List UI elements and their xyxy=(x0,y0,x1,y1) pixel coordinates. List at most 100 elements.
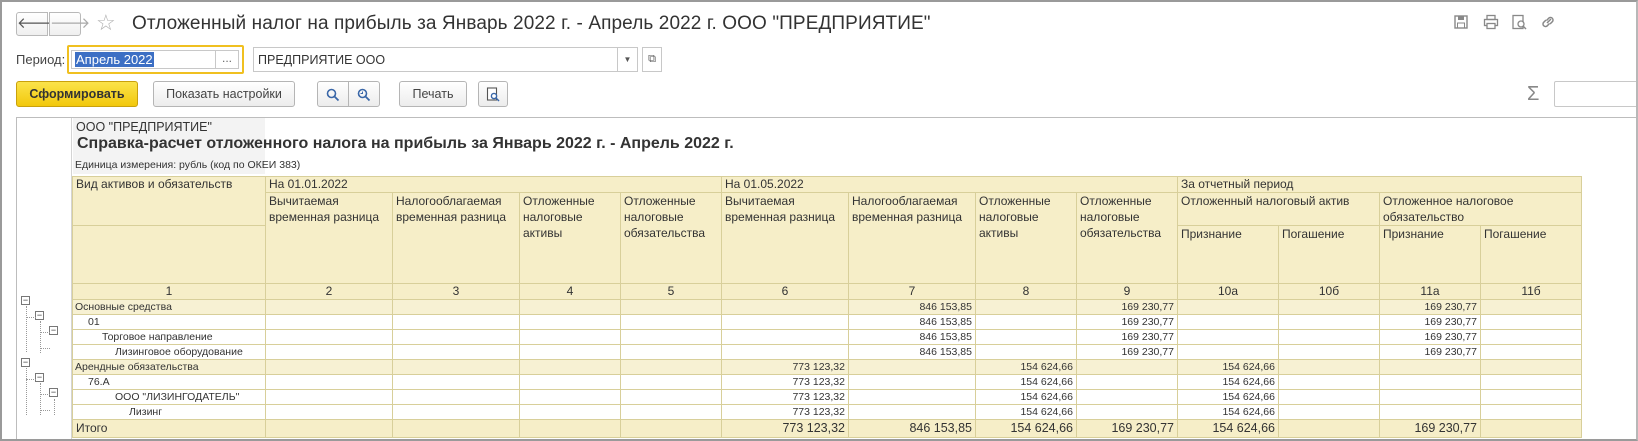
report-sheet[interactable]: ООО "ПРЕДПРИЯТИЕ" Справка-расчет отложен… xyxy=(16,117,1636,439)
cell-c8 xyxy=(975,344,1077,360)
cell-c7 xyxy=(848,389,976,405)
print-button[interactable]: Печать xyxy=(399,81,467,107)
forward-button[interactable]: 🡒 xyxy=(49,12,90,36)
period-value: Апрель 2022 xyxy=(75,52,154,67)
cell-empty xyxy=(1278,404,1380,420)
cell-c10a xyxy=(1177,329,1279,345)
cell-empty xyxy=(519,329,621,345)
cell-c9 xyxy=(1076,359,1178,375)
table-row[interactable]: Лизинг 773 123,32 154 624,66 154 624,66 xyxy=(72,404,1582,420)
arrow-right-icon: 🡒 xyxy=(50,15,91,32)
cell-c9: 169 230,77 xyxy=(1076,329,1178,345)
table-row[interactable]: 76.А 773 123,32 154 624,66 154 624,66 xyxy=(72,374,1582,390)
link-icon[interactable] xyxy=(1538,14,1558,34)
find-button[interactable] xyxy=(317,81,349,107)
table-row[interactable]: Арендные обязательства 773 123,32 154 624,… xyxy=(72,359,1582,375)
find-next-button[interactable] xyxy=(348,81,380,107)
tree-line xyxy=(40,332,50,334)
header-deductible-end: Вычитаемая временная разница xyxy=(721,192,849,284)
report-unit: Единица измерения: рубль (код по ОКЕИ 38… xyxy=(75,159,301,171)
table-row[interactable]: 01 846 153,85 169 230,77 169 230,77 xyxy=(72,314,1582,330)
header-for-period: За отчетный период xyxy=(1177,176,1582,193)
column-number: 11а xyxy=(1379,283,1481,300)
cell-empty xyxy=(1278,329,1380,345)
column-number: 6 xyxy=(721,283,849,300)
column-number: 2 xyxy=(265,283,393,300)
cell-empty xyxy=(519,314,621,330)
column-number: 9 xyxy=(1076,283,1178,300)
cell-c6 xyxy=(721,344,849,360)
cell-empty xyxy=(392,314,520,330)
tree-line xyxy=(40,321,41,353)
table-row[interactable]: Лизинговое оборудование 846 153,85 169 230… xyxy=(72,344,1582,360)
tree-line xyxy=(40,383,41,415)
table-row[interactable]: ООО "ЛИЗИНГОДАТЕЛЬ" 773 123,32 154 624,66 1… xyxy=(72,389,1582,405)
cell-empty xyxy=(1278,344,1380,360)
cell-empty xyxy=(392,404,520,420)
cell-c6: 773 123,32 xyxy=(721,404,849,420)
cell-empty xyxy=(265,374,393,390)
cell-empty xyxy=(392,359,520,375)
tree-line xyxy=(26,379,36,380)
organization-dropdown-button[interactable]: ▼ xyxy=(618,47,638,72)
header-on-start: На 01.01.2022 xyxy=(265,176,722,193)
header-kind: Вид активов и обязательств xyxy=(72,176,266,226)
cell-c11a xyxy=(1379,374,1481,390)
row-name: ООО "ЛИЗИНГОДАТЕЛЬ" xyxy=(72,389,266,405)
total-dtl-end: 169 230,77 xyxy=(1076,419,1178,438)
cell-empty xyxy=(1278,314,1380,330)
total-row: Итого 773 123,32 846 153,85 154 624,66 1… xyxy=(72,419,1582,438)
table-row[interactable]: Торговое направление 846 153,85 169 230,77… xyxy=(72,329,1582,345)
row-name: 76.А xyxy=(72,374,266,390)
tree-line xyxy=(40,347,50,349)
preview-button[interactable] xyxy=(478,81,508,107)
cell-empty xyxy=(1480,344,1582,360)
collapse-group-icon[interactable]: − xyxy=(21,357,30,367)
cell-empty xyxy=(620,404,722,420)
collapse-group-icon[interactable]: − xyxy=(49,326,58,336)
cell-c8: 154 624,66 xyxy=(975,374,1077,390)
collapse-group-icon[interactable]: − xyxy=(35,311,44,321)
table-row[interactable]: Основные средства 846 153,85 169 230,77 169… xyxy=(72,299,1582,315)
cell-c11a xyxy=(1379,389,1481,405)
cell-empty xyxy=(265,359,393,375)
period-input[interactable]: Апрель 2022 xyxy=(71,50,216,69)
total-deductible-end: 773 123,32 xyxy=(721,419,849,438)
tree-line xyxy=(40,394,50,396)
save-icon[interactable] xyxy=(1451,14,1471,34)
cell-empty xyxy=(392,389,520,405)
organization-open-button[interactable]: ⧉ xyxy=(642,47,662,72)
column-number: 10б xyxy=(1278,283,1380,300)
cell-empty xyxy=(1278,299,1380,315)
favorite-star-icon[interactable]: ☆ xyxy=(96,11,116,35)
row-name: Лизинговое оборудование xyxy=(72,344,266,360)
generate-button[interactable]: Сформировать xyxy=(16,81,138,107)
cell-empty xyxy=(1278,359,1380,375)
collapse-group-icon[interactable]: − xyxy=(21,296,30,305)
header-kind-spacer xyxy=(72,225,266,284)
period-label: Период: xyxy=(16,52,66,67)
period-field[interactable]: Апрель 2022 ... xyxy=(67,45,244,74)
collapse-group-icon[interactable]: − xyxy=(35,373,44,382)
open-form-icon: ⧉ xyxy=(648,53,656,65)
cell-c6: 773 123,32 xyxy=(721,359,849,375)
column-number: 8 xyxy=(975,283,1077,300)
column-numbers-row: 1 2 3 4 5 6 7 8 9 10а 10б 11а 11б xyxy=(72,283,1582,300)
column-number: 4 xyxy=(519,283,621,300)
cell-empty xyxy=(1480,389,1582,405)
cell-empty xyxy=(620,389,722,405)
period-select-button[interactable]: ... xyxy=(215,50,239,69)
collapse-group-icon[interactable]: − xyxy=(49,388,58,398)
cell-empty xyxy=(265,344,393,360)
print-icon[interactable] xyxy=(1481,14,1501,34)
show-settings-button[interactable]: Показать настройки xyxy=(153,81,295,107)
back-button[interactable]: 🡐 xyxy=(16,12,57,36)
cell-c7: 846 153,85 xyxy=(848,329,976,345)
report-table: Вид активов и обязательств На 01.01.2022… xyxy=(72,176,1582,438)
report-window: 🡐 🡒 ☆ Отложенный налог на прибыль за Янв… xyxy=(0,0,1638,441)
sum-field xyxy=(1554,81,1636,107)
organization-input[interactable]: ПРЕДПРИЯТИЕ ООО xyxy=(253,47,618,72)
cell-empty xyxy=(392,344,520,360)
preview-icon[interactable] xyxy=(1509,14,1529,34)
cell-empty xyxy=(620,314,722,330)
